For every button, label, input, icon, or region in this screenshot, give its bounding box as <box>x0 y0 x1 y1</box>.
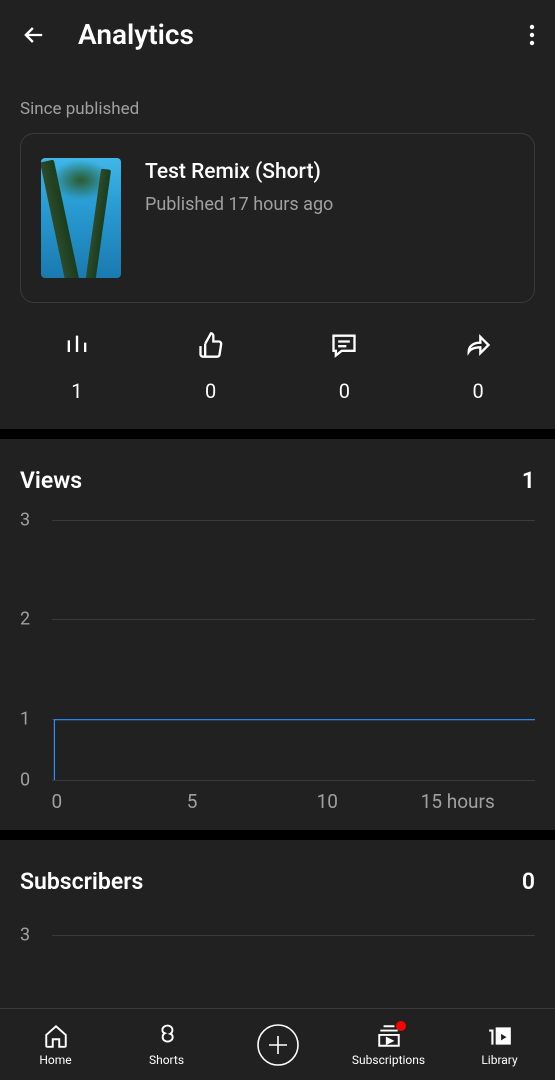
nav-home-label: Home <box>39 1053 71 1067</box>
comment-icon <box>330 331 358 359</box>
video-card[interactable]: Test Remix (Short) Published 17 hours ag… <box>20 133 535 303</box>
page-title: Analytics <box>78 18 194 51</box>
nav-create[interactable] <box>222 1023 333 1067</box>
subscribers-chart: 3 <box>20 921 535 961</box>
notification-dot <box>396 1021 406 1031</box>
chart-line <box>52 520 535 780</box>
x-tick: 15 hours <box>421 790 495 813</box>
views-value: 1 <box>522 467 535 494</box>
nav-shorts[interactable]: Shorts <box>111 1023 222 1067</box>
video-published: Published 17 hours ago <box>145 194 333 215</box>
back-icon[interactable] <box>20 21 48 49</box>
nav-subscriptions-label: Subscriptions <box>352 1053 425 1067</box>
home-icon <box>43 1023 69 1049</box>
video-title: Test Remix (Short) <box>145 160 333 184</box>
y-tick: 3 <box>20 925 30 946</box>
stat-likes[interactable]: 0 <box>144 331 278 403</box>
share-icon <box>464 331 492 359</box>
stat-views[interactable]: 1 <box>10 331 144 403</box>
y-tick: 3 <box>20 510 30 531</box>
y-tick: 1 <box>20 709 30 730</box>
subscribers-title: Subscribers <box>20 868 143 895</box>
stat-likes-value: 0 <box>205 379 216 403</box>
grid-line <box>52 935 535 936</box>
stat-comments[interactable]: 0 <box>278 331 412 403</box>
stat-comments-value: 0 <box>339 379 350 403</box>
stats-row: 1 0 0 0 <box>0 303 555 429</box>
subscribers-section: Subscribers 0 3 <box>0 840 555 970</box>
shorts-icon <box>154 1023 180 1049</box>
x-tick: 0 <box>51 790 62 813</box>
y-tick: 0 <box>20 769 30 790</box>
more-vertical-icon[interactable] <box>529 23 535 47</box>
subscribers-value: 0 <box>522 868 535 895</box>
bottom-nav: Home Shorts Subscriptions Library <box>0 1008 555 1080</box>
stat-views-value: 1 <box>71 379 82 403</box>
nav-library[interactable]: Library <box>444 1023 555 1067</box>
nav-subscriptions[interactable]: Subscriptions <box>333 1023 444 1067</box>
nav-library-label: Library <box>481 1053 517 1067</box>
x-tick: 10 <box>317 790 338 813</box>
video-meta: Test Remix (Short) Published 17 hours ag… <box>145 158 333 215</box>
views-chart: 3 2 1 0 0 5 10 15 hours <box>20 520 535 820</box>
divider <box>0 830 555 840</box>
plus-circle-icon <box>256 1023 300 1067</box>
views-section: Views 1 3 2 1 0 0 5 10 15 hours <box>0 439 555 830</box>
since-published-label: Since published <box>0 69 555 133</box>
stat-shares-value: 0 <box>473 379 484 403</box>
y-tick: 2 <box>20 609 30 630</box>
stat-shares[interactable]: 0 <box>411 331 545 403</box>
analytics-icon <box>63 331 91 359</box>
header: Analytics <box>0 0 555 69</box>
video-thumbnail <box>41 158 121 278</box>
nav-home[interactable]: Home <box>0 1023 111 1067</box>
views-title: Views <box>20 467 82 494</box>
x-axis: 0 5 10 15 hours <box>52 790 535 820</box>
thumbs-up-icon <box>197 331 225 359</box>
library-icon <box>487 1023 513 1049</box>
nav-shorts-label: Shorts <box>149 1053 184 1067</box>
x-tick: 5 <box>187 790 198 813</box>
divider <box>0 429 555 439</box>
